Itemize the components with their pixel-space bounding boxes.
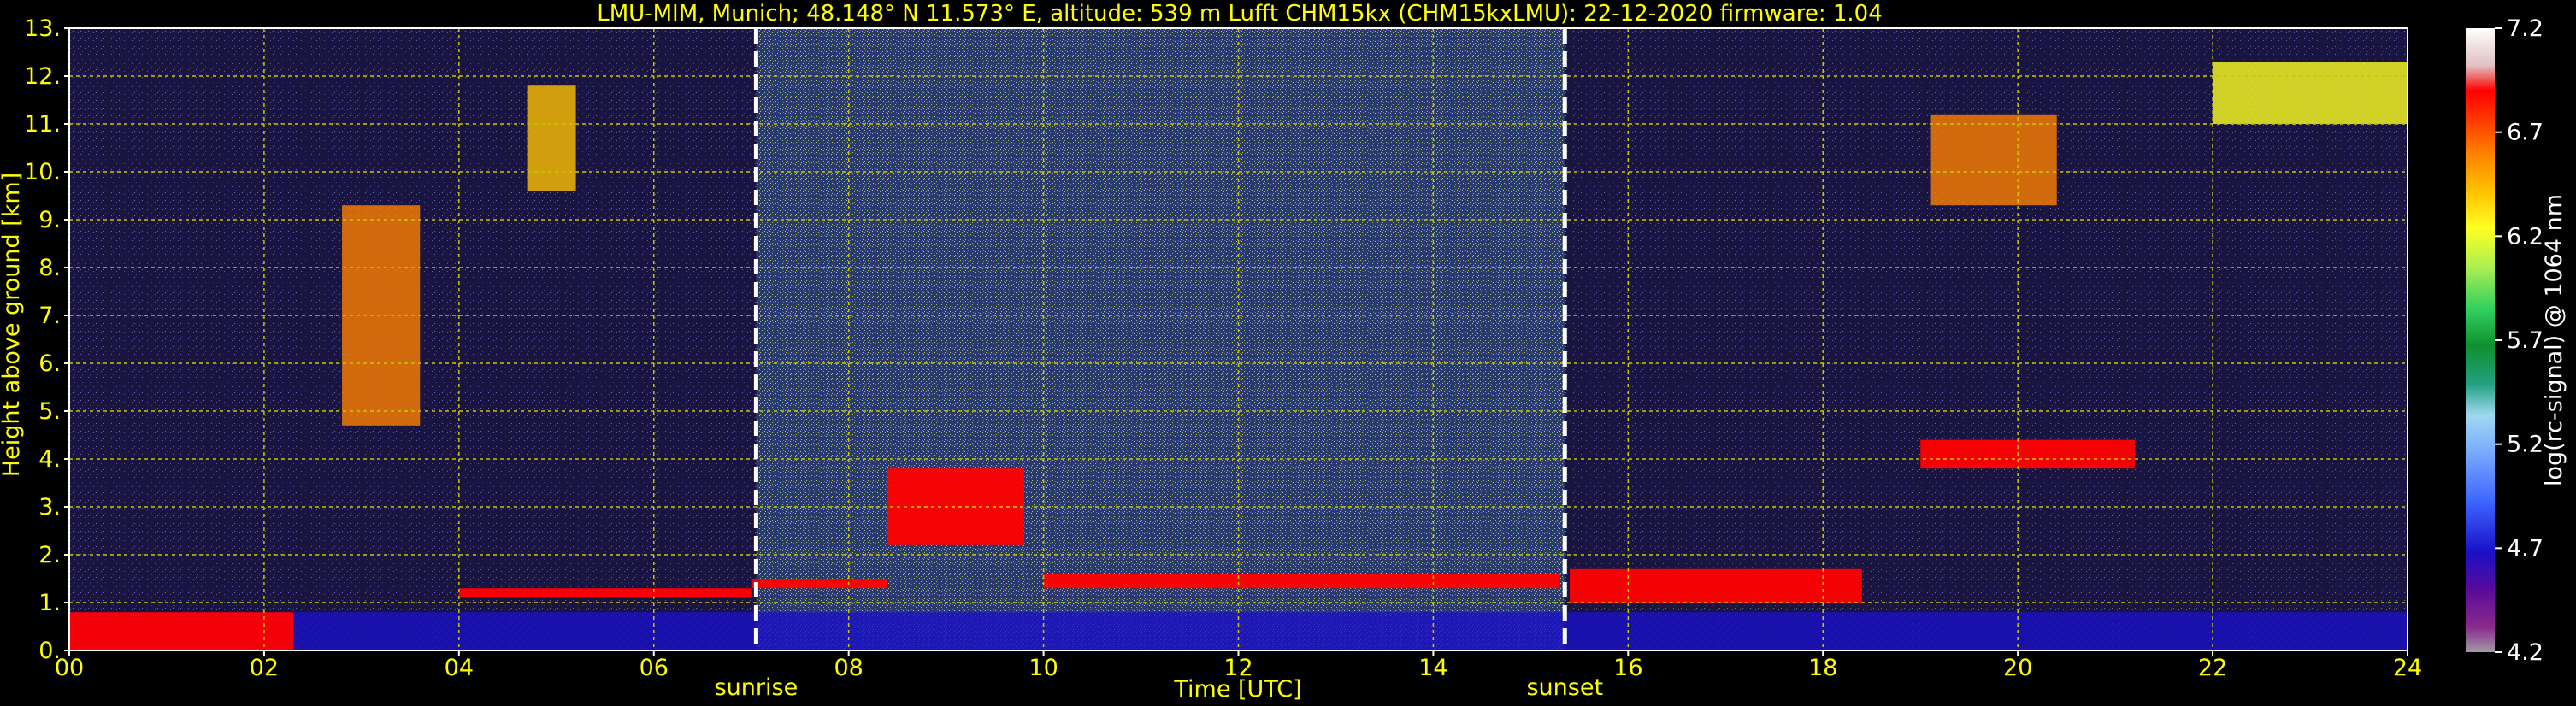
colorbar — [2466, 28, 2495, 652]
sunset-label: sunset — [1526, 674, 1603, 701]
feature-cirrus — [2213, 62, 2408, 124]
colorbar-tick-label: 5.7 — [2507, 327, 2544, 354]
y-tick-label: 11. — [24, 111, 61, 138]
x-tick-label: 06 — [640, 655, 669, 681]
y-axis-ticks: 0. 1. 2. 3. 4. 5. 6. 7. 8. 9. 10. 11. 12. 13. — [24, 15, 69, 664]
y-tick-label: 5. — [38, 398, 61, 425]
x-tick-label: 18 — [1808, 655, 1837, 681]
y-tick-label: 6. — [38, 350, 61, 377]
colorbar-tick-label: 5.2 — [2507, 432, 2544, 458]
x-tick-label: 24 — [2393, 655, 2422, 681]
x-tick-label: 04 — [445, 655, 474, 681]
feature-cloud-base-layer — [458, 588, 752, 598]
x-tick-label: 10 — [1029, 655, 1058, 681]
y-tick-label: 12. — [24, 63, 61, 90]
x-tick-label: 14 — [1418, 655, 1447, 681]
colorbar-label: log(rc-signal) @ 1064 nm — [2541, 194, 2567, 486]
daylight-region — [756, 28, 1565, 650]
y-tick-label: 0. — [38, 638, 61, 664]
y-axis-label: Height above ground [km] — [0, 173, 25, 477]
feature-rising-cloud-layer — [887, 468, 1024, 545]
y-tick-label: 8. — [38, 255, 61, 281]
y-tick-label: 10. — [24, 159, 61, 185]
x-tick-label: 08 — [834, 655, 863, 681]
colorbar-tick-label: 4.2 — [2507, 639, 2544, 666]
x-tick-label: 20 — [2003, 655, 2032, 681]
sunrise-label: sunrise — [715, 674, 799, 701]
y-tick-label: 3. — [38, 494, 61, 521]
colorbar-tick-label: 6.7 — [2507, 120, 2544, 146]
x-axis-label: Time [UTC] — [1173, 676, 1301, 703]
colorbar-tick-label: 4.7 — [2507, 535, 2544, 562]
feature-cloud-base-layer — [751, 579, 888, 589]
feature-cloud-base-layer — [1569, 568, 1862, 603]
x-tick-label: 16 — [1613, 655, 1642, 681]
y-tick-label: 7. — [38, 303, 61, 329]
y-tick-label: 2. — [38, 542, 61, 568]
y-tick-label: 13. — [24, 15, 61, 42]
feature-cirrus — [1930, 114, 2057, 206]
feature-cirrus — [342, 205, 421, 426]
colorbar-tick-label: 6.2 — [2507, 223, 2544, 250]
feature-low-cloud-layer — [69, 612, 294, 650]
colorbar-ticks: 4.2 4.7 5.2 5.7 6.2 6.7 7.2 — [2495, 15, 2544, 666]
chart-title: LMU-MIM, Munich; 48.148° N 11.573° E, al… — [597, 1, 1882, 26]
colorbar-tick-label: 7.2 — [2507, 15, 2544, 42]
x-tick-label: 22 — [2198, 655, 2227, 681]
daylight-noise-region — [756, 28, 1565, 650]
y-tick-label: 4. — [38, 446, 61, 473]
y-tick-label: 1. — [38, 590, 61, 616]
feature-cirrus — [527, 85, 576, 191]
feature-mid-cloud-layer — [1920, 439, 2135, 469]
x-tick-label: 02 — [250, 655, 279, 681]
y-tick-label: 9. — [38, 207, 61, 233]
ceilometer-chart: sunrise sunset 00 02 04 06 08 10 12 14 16 18 20 22 24… — [0, 1, 2567, 703]
feature-cloud-base-layer — [1043, 574, 1560, 589]
